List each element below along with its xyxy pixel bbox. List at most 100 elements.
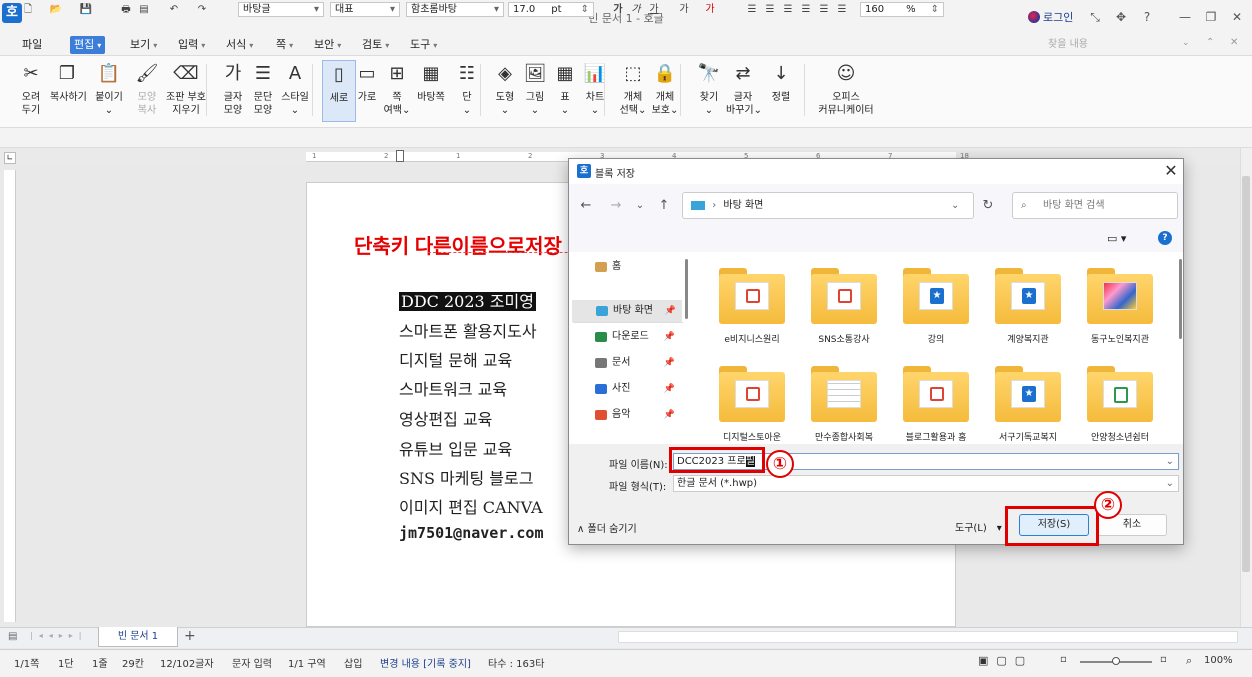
align-left-icon[interactable]: ☰ (762, 3, 778, 17)
sidebar-item-music[interactable]: 음악 📌 (591, 404, 681, 426)
save-icon[interactable]: 💾 (78, 3, 94, 17)
ribbon-margin[interactable]: ⊞ 쪽 여백⌄ (380, 60, 414, 117)
menu-0[interactable]: 파일 (18, 36, 46, 54)
doc-line[interactable]: 스마트폰 활용지도사 (399, 318, 537, 342)
refresh-icon[interactable]: ↻ (979, 197, 997, 215)
view-mode-icons[interactable]: ▣▢▢ (978, 654, 1033, 667)
ribbon-table[interactable]: ▦ 표 ⌄ (548, 60, 582, 117)
font-color-icon[interactable]: 가 (702, 3, 718, 17)
folder-item[interactable]: ★ 서구기독교복지 (985, 366, 1071, 443)
horizontal-scrollbar[interactable] (618, 631, 1238, 643)
ribbon-protect-object[interactable]: 🔒 개체 보호⌄ (648, 60, 682, 117)
tab-document-1[interactable]: 빈 문서 1 (98, 627, 178, 647)
chevron-down-icon[interactable]: ⌄ (951, 193, 959, 218)
menu-5[interactable]: 쪽 ▾ (272, 36, 297, 54)
hide-folders-button[interactable]: ∧ 폴더 숨기기 (577, 520, 637, 535)
sidebar-item-desktop[interactable]: 바탕 화면 📌 (572, 300, 682, 322)
menu-6[interactable]: 보안 ▾ (310, 36, 345, 54)
redo-icon[interactable]: ↷ (194, 3, 210, 17)
close-ribbon-icon[interactable]: ✕ (1230, 37, 1238, 48)
folder-item[interactable]: 디지털스토아운 (709, 366, 795, 443)
doc-line[interactable]: 디지털 문해 교육 (399, 347, 512, 371)
up-arrow-icon[interactable]: ↑ (655, 197, 673, 215)
preview-icon[interactable]: ▤ (136, 3, 152, 17)
open-folder-icon[interactable]: 📂 (48, 3, 64, 17)
restore-button[interactable]: ❐ (1200, 8, 1222, 26)
ribbon-sort[interactable]: ↓ 정렬 (764, 60, 798, 104)
sidebar-item-document[interactable]: 문서 📌 (591, 352, 681, 374)
doc-line[interactable]: jm7501@naver.com (399, 524, 544, 542)
folder-item[interactable]: 안양청소년쉼터 (1077, 366, 1163, 443)
doc-line[interactable]: 이미지 편집 CANVA (399, 494, 543, 518)
filetype-select[interactable]: 한글 문서 (*.hwp) ⌄ (673, 475, 1179, 492)
tab-list-icon[interactable]: ▤ (8, 631, 17, 642)
menu-3[interactable]: 입력 ▾ (174, 36, 209, 54)
bold-icon[interactable]: 가 (610, 3, 626, 17)
file-list-scrollbar[interactable] (1179, 259, 1182, 339)
back-arrow-icon[interactable]: ← (577, 197, 595, 215)
ribbon-para-shape[interactable]: ☰ 문단 모양 (246, 60, 280, 117)
folder-item[interactable]: ★ 강의 (893, 268, 979, 345)
folder-item[interactable]: ★ 계양복지관 (985, 268, 1071, 345)
underline-icon[interactable]: 가 (646, 3, 662, 17)
align-center-icon[interactable]: ☰ (780, 3, 796, 17)
vertical-ruler[interactable] (4, 170, 16, 622)
indent-marker-icon[interactable] (396, 150, 404, 162)
folder-item[interactable]: 만수종합사회복 (801, 366, 887, 443)
recent-locations-icon[interactable]: ⌄ (631, 197, 649, 215)
ruler-corner-icon[interactable]: ∟ (4, 152, 16, 164)
zoom-slider-thumb[interactable] (1112, 657, 1120, 665)
zoom-in-icon[interactable]: ▫ (1160, 654, 1167, 665)
undo-icon[interactable]: ↶ (166, 3, 182, 17)
ribbon-scissors[interactable]: ✂ 오려 두기 (14, 60, 48, 117)
folder-item[interactable]: 블로그활용과 홈 (893, 366, 979, 443)
ribbon-picture[interactable]: 🖼 그림 ⌄ (518, 60, 552, 117)
help-icon[interactable]: ? (1158, 231, 1172, 245)
font-size-input[interactable]: 17.0 pt ⇕ (508, 2, 594, 17)
zoom-out-icon[interactable]: ▫ (1060, 654, 1067, 665)
ribbon-master-page[interactable]: ▦ 바탕쪽 (414, 60, 448, 104)
style-select[interactable]: 바탕글 ▾ (238, 2, 324, 17)
doc-line[interactable]: 영상편집 교육 (399, 406, 492, 430)
ribbon-find[interactable]: 🔭 찾기 ⌄ (692, 60, 726, 117)
tab-nav-arrows-icon[interactable]: |◂◂▸▸| (30, 631, 87, 640)
ribbon-copy[interactable]: ❐ 복사하기 (50, 60, 87, 104)
help-icon[interactable]: ? (1136, 8, 1158, 26)
menu-8[interactable]: 도구 ▾ (406, 36, 441, 54)
close-button[interactable]: ✕ (1226, 8, 1248, 26)
folder-search-input[interactable]: 바탕 화면 검색 (1012, 192, 1178, 219)
folder-item[interactable]: 동구노인복지관 (1077, 268, 1163, 345)
align-justify-icon[interactable]: ☰ (744, 3, 760, 17)
menu-2[interactable]: 보기 ▾ (126, 36, 161, 54)
find-dropdown-icon[interactable]: ⌄ (1182, 38, 1190, 48)
address-bar[interactable]: › 바탕 화면 ⌄ (682, 192, 974, 219)
sidebar-item-photo[interactable]: 사진 📌 (591, 378, 681, 400)
ribbon-replace[interactable]: ⇄ 글자 바꾸기⌄ (726, 60, 762, 117)
tools-button[interactable]: 도구(L) ▾ (955, 519, 1002, 534)
ribbon-paste[interactable]: 📋 붙이기 ⌄ (92, 60, 126, 117)
ribbon-char-shape[interactable]: 가 글자 모양 (216, 60, 250, 117)
magnifier-icon[interactable]: ⌕ (1186, 654, 1192, 668)
forward-arrow-icon[interactable]: → (607, 197, 625, 215)
distribute-icon[interactable]: ☰ (816, 3, 832, 17)
ribbon-office-communicator[interactable]: ☺ 오피스 커뮤니케이터 (818, 60, 874, 117)
zoom-input[interactable]: 160% ⇕ (860, 2, 944, 17)
doc-line[interactable]: 유튜브 입문 교육 (399, 436, 512, 460)
divide-icon[interactable]: ☰ (834, 3, 850, 17)
menu-1[interactable]: 편집 ▾ (70, 36, 106, 54)
ribbon-select-object[interactable]: ⬚ 개체 선택⌄ (616, 60, 650, 117)
ribbon-columns[interactable]: ☷ 단 ⌄ (450, 60, 484, 117)
ribbon-clear-marks[interactable]: ⌫ 조판 부호 지우기 (164, 60, 208, 117)
sidebar-scrollbar[interactable] (685, 259, 688, 319)
ribbon-landscape[interactable]: ▭ 가로 (350, 60, 384, 104)
doc-line[interactable]: SNS 마케팅 블로그 (399, 465, 533, 489)
fullscreen-icon[interactable]: ⤡ (1084, 8, 1106, 26)
align-right-icon[interactable]: ☰ (798, 3, 814, 17)
menu-4[interactable]: 서식 ▾ (222, 36, 257, 54)
print-icon[interactable]: 🖶 (118, 3, 134, 17)
status-insert[interactable]: 삽입 (344, 655, 362, 670)
menu-7[interactable]: 검토 ▾ (358, 36, 393, 54)
ribbon-shape[interactable]: ◈ 도형 ⌄ (488, 60, 522, 117)
italic-icon[interactable]: 가 (628, 3, 644, 17)
status-track-changes[interactable]: 변경 내용 [기록 중지] (380, 655, 471, 670)
